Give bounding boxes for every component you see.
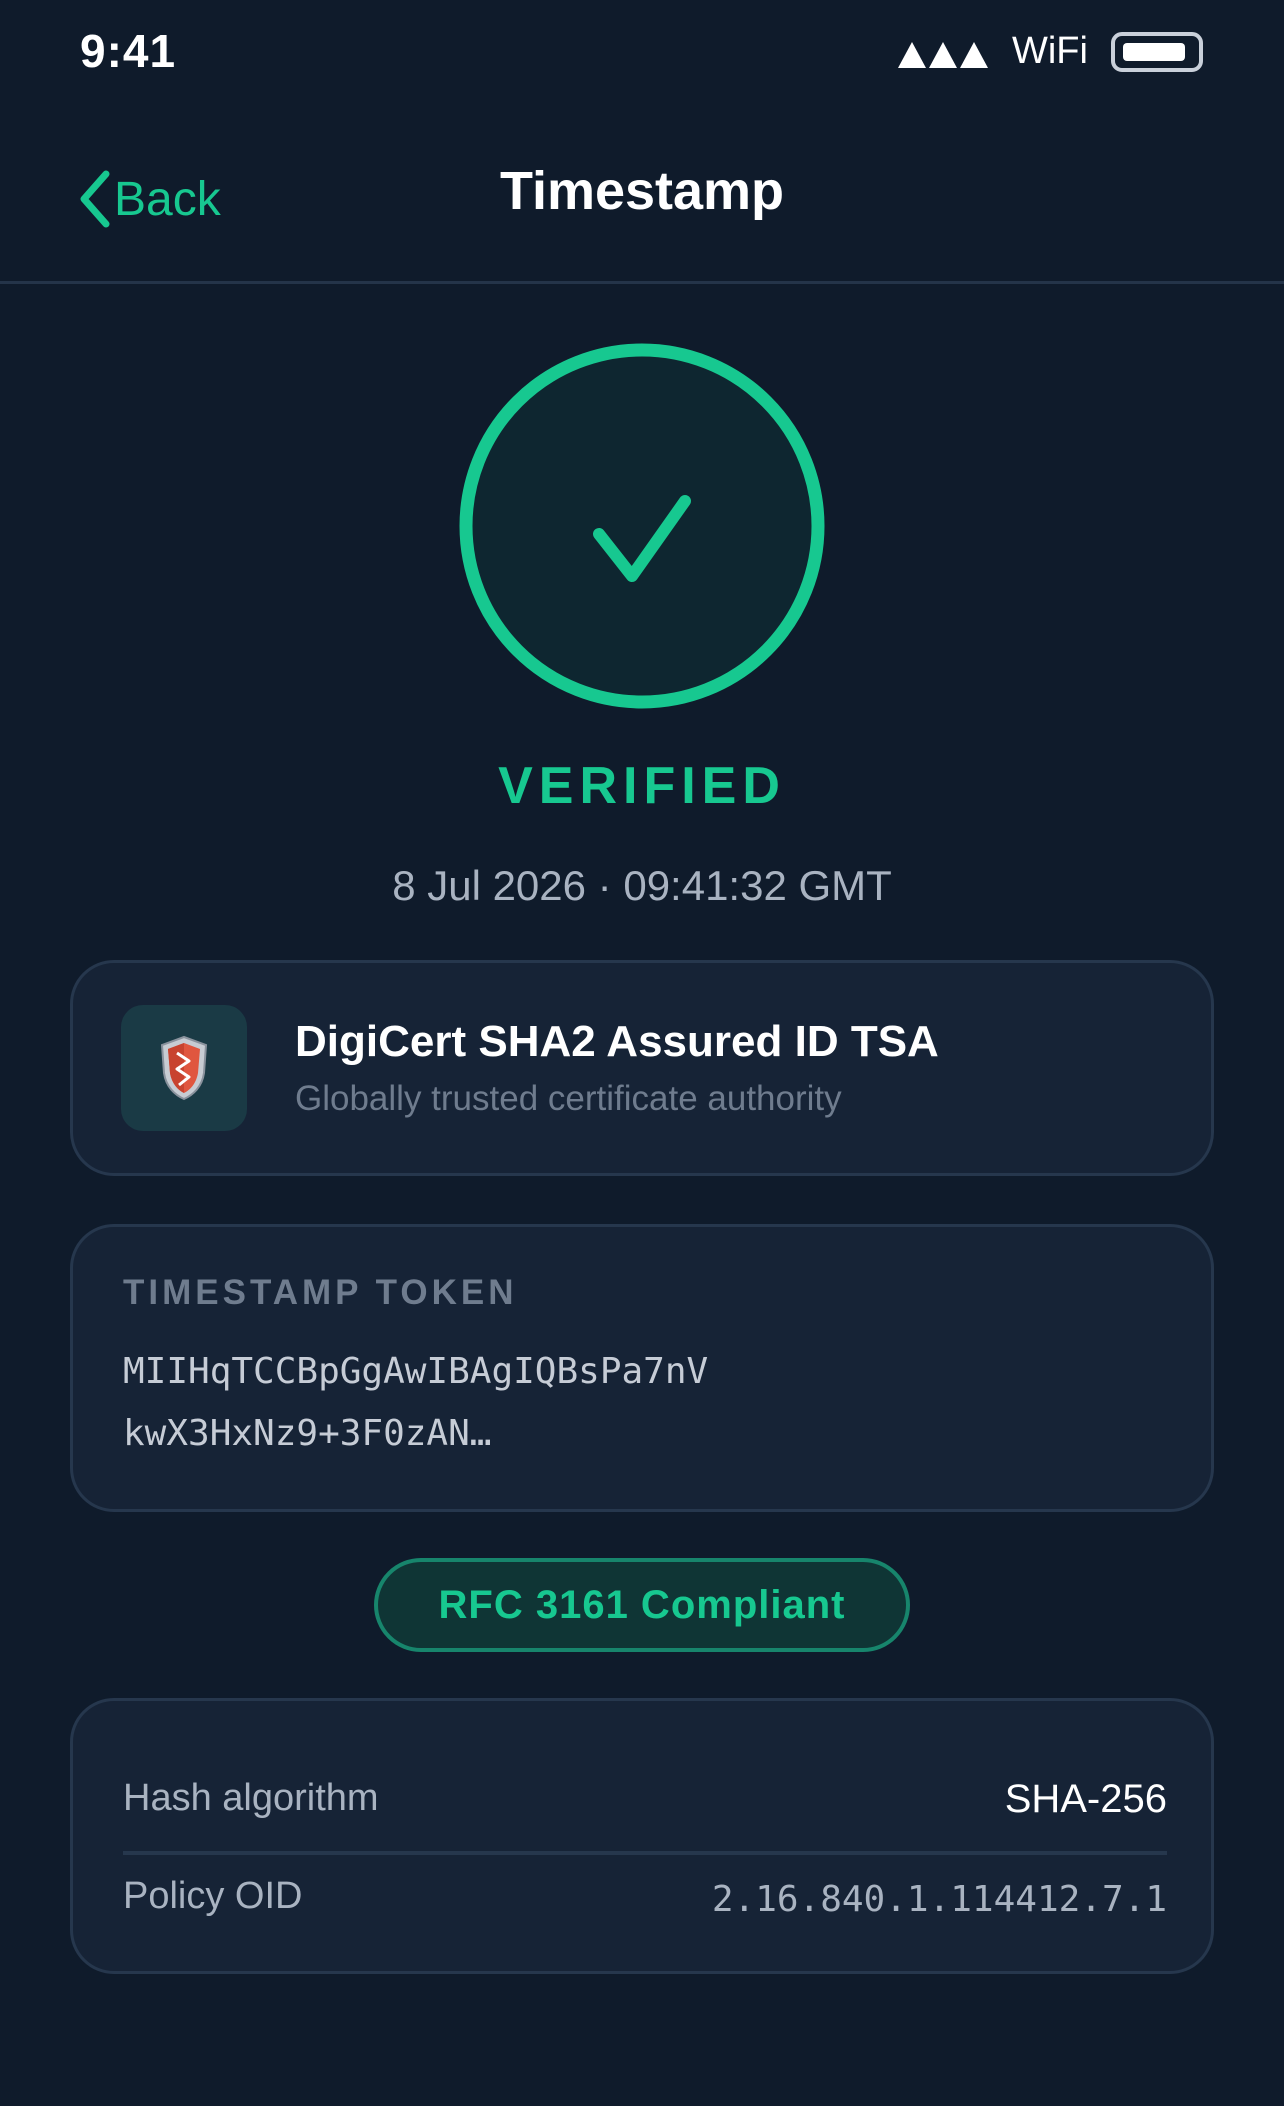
- signal-icon: [898, 42, 988, 68]
- authority-card: DigiCert SHA2 Assured ID TSA Globally tr…: [70, 960, 1214, 1176]
- authority-icon-box: [121, 1005, 247, 1131]
- detail-row-policy-oid: Policy OID 2.16.840.1.114412.7.1: [123, 1849, 1167, 1949]
- status-time: 9:41: [80, 25, 177, 77]
- detail-value: 2.16.840.1.114412.7.1: [711, 1879, 1167, 1920]
- nav-bar: Back Timestamp: [0, 104, 1284, 284]
- verified-check-icon: [459, 343, 825, 709]
- shield-icon: [160, 1035, 208, 1101]
- detail-label: Hash algorithm: [123, 1777, 379, 1819]
- details-card: Hash algorithm SHA-256 Policy OID 2.16.8…: [70, 1698, 1214, 1974]
- authority-description: Globally trusted certificate authority: [295, 1079, 842, 1118]
- authority-name: DigiCert SHA2 Assured ID TSA: [295, 1017, 939, 1066]
- battery-icon: [1111, 32, 1203, 72]
- page-title: Timestamp: [499, 161, 785, 221]
- detail-row-hash-algorithm: Hash algorithm SHA-256: [123, 1751, 1167, 1855]
- verified-status: VERIFIED: [498, 757, 786, 815]
- token-value-line-1: MIIHqTCCBpGgAwIBAgIQBsPa7nV: [123, 1351, 709, 1392]
- token-card: TIMESTAMP TOKEN MIIHqTCCBpGgAwIBAgIQBsPa…: [70, 1224, 1214, 1512]
- detail-label: Policy OID: [123, 1875, 303, 1917]
- detail-value: SHA-256: [1004, 1777, 1167, 1821]
- wifi-label: WiFi: [1012, 30, 1088, 72]
- token-value-line-2: kwX3HxNz9+3F0zAN…: [123, 1413, 492, 1454]
- rfc-compliance-badge: RFC 3161 Compliant: [374, 1558, 910, 1652]
- token-heading: TIMESTAMP TOKEN: [123, 1273, 518, 1312]
- status-bar: 9:41 WiFi: [0, 0, 1284, 104]
- rfc-badge-label: RFC 3161 Compliant: [438, 1582, 846, 1627]
- timestamp-datetime: 8 Jul 2026 · 09:41:32 GMT: [392, 862, 892, 909]
